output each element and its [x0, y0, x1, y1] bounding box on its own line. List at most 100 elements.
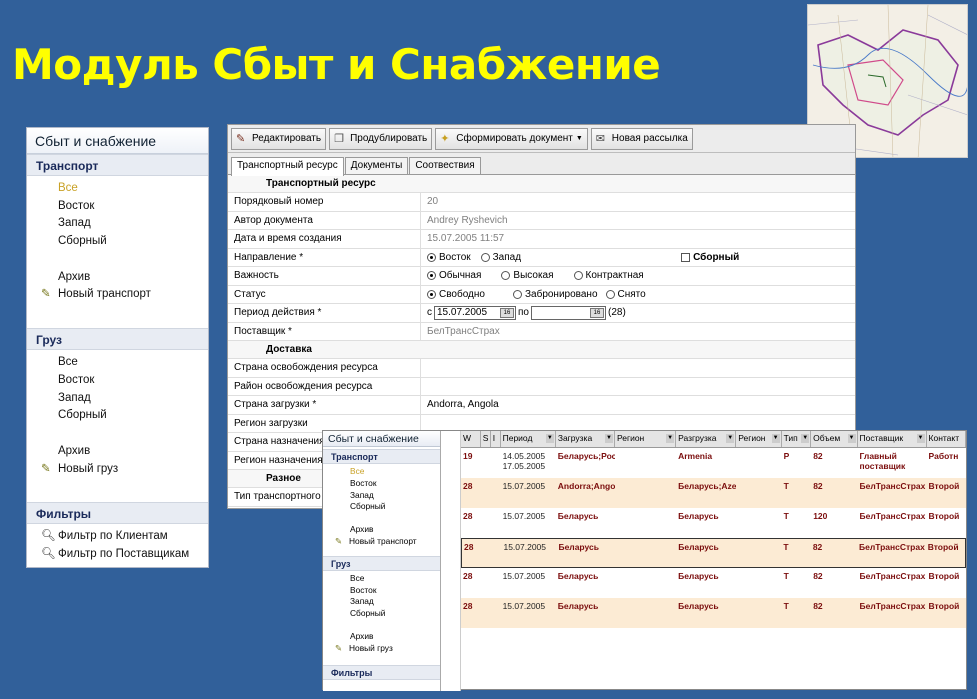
overlay-cargo-west[interactable]: Запад: [323, 596, 440, 608]
overlay-section-transport[interactable]: Транспорт: [323, 449, 440, 464]
nav-cargo-archive[interactable]: Архив: [27, 443, 208, 461]
radio-priority-high[interactable]: Высокая: [501, 270, 554, 282]
table-cell: Беларусь: [557, 601, 599, 611]
overlay-transport-east[interactable]: Восток: [323, 478, 440, 490]
nav-transport-archive[interactable]: Архив: [27, 269, 208, 287]
calendar-icon[interactable]: 16: [500, 307, 514, 318]
nav-cargo-east[interactable]: Восток: [27, 372, 208, 390]
load-country-value[interactable]: Andorra, Angola: [421, 396, 855, 414]
col-supplier[interactable]: Поставщик ▼: [858, 431, 927, 447]
radio-priority-contract[interactable]: Контрактная: [573, 270, 644, 282]
release-country-field[interactable]: [421, 359, 855, 377]
nav-new-transport[interactable]: ✎ Новый транспорт: [27, 286, 208, 304]
nav-section-cargo[interactable]: Груз: [27, 328, 208, 351]
overlay-transport-west[interactable]: Запад: [323, 490, 440, 502]
nav-transport-all[interactable]: Все: [27, 180, 208, 198]
period-from-input[interactable]: 15.07.2005 16: [434, 305, 516, 320]
col-period[interactable]: Период ▼: [501, 431, 556, 447]
col-i[interactable]: I: [491, 431, 501, 447]
calendar-icon[interactable]: 16: [589, 307, 604, 318]
radio-icon: [480, 252, 490, 262]
duplicate-button[interactable]: ❐ Продублировать: [329, 127, 433, 150]
nav-transport-combined[interactable]: Сборный: [27, 233, 208, 251]
overlay-cargo-all[interactable]: Все: [323, 573, 440, 585]
nav-cargo-west[interactable]: Запад: [27, 390, 208, 408]
overlay-section-cargo[interactable]: Груз: [323, 555, 440, 571]
table-row[interactable]: 28 15.07.2005 Беларусь Беларусь Т 120 БелТранс…: [461, 508, 966, 538]
release-region-field[interactable]: [421, 378, 855, 396]
search-icon: 🔍︎: [41, 530, 56, 543]
col-s[interactable]: S: [481, 431, 491, 447]
nav-new-cargo[interactable]: ✎ Новый груз: [27, 461, 208, 479]
radio-status-reserved[interactable]: Забронировано: [512, 289, 598, 300]
tab-transport-resource[interactable]: Транспортный ресурс: [231, 157, 344, 176]
nav-cargo-combined[interactable]: Сборный: [27, 407, 208, 425]
table-cell: [491, 478, 501, 508]
tab-documents[interactable]: Документы: [344, 157, 409, 174]
overlay-transport-combined[interactable]: Сборный: [323, 501, 440, 513]
overlay-new-transport[interactable]: ✎ Новый транспорт: [323, 536, 440, 548]
radio-status-removed[interactable]: Снято: [605, 289, 646, 300]
nav-new-transport-label: Новый транспорт: [58, 288, 151, 301]
col-loading[interactable]: Загрузка ▼: [556, 431, 615, 447]
overlay-new-cargo[interactable]: ✎ Новый груз: [323, 643, 440, 655]
nav-section-filters[interactable]: Фильтры: [27, 502, 208, 525]
row-indicator-column: [441, 431, 461, 691]
filter-suppliers[interactable]: 🔍︎ Фильтр по Поставщикам: [27, 546, 208, 564]
load-country-label: Страна загрузки *: [228, 396, 421, 414]
table-row[interactable]: 28 15.07.2005 Andorra;Angol Беларусь;Aze Т 82…: [461, 478, 966, 508]
status-options: Свободно Забронировано Снято: [421, 286, 855, 304]
priority-contract-label: Контрактная: [585, 270, 644, 282]
list-window: Сбыт и снабжение Транспорт Все Восток За…: [322, 430, 967, 691]
col-contact[interactable]: Контакт: [927, 431, 966, 447]
filter-clients[interactable]: 🔍︎ Фильтр по Клиентам: [27, 528, 208, 546]
col-region-unload[interactable]: Регион ▼: [736, 431, 782, 447]
table-cell: Р: [783, 451, 790, 461]
checkbox-combined[interactable]: Сборный: [681, 252, 739, 263]
table-cell: [615, 598, 676, 628]
radio-status-free[interactable]: Свободно: [427, 289, 485, 300]
tab-matches[interactable]: Соотвествия: [409, 157, 481, 174]
overlay-section-filters[interactable]: Фильтры: [323, 664, 440, 680]
period-to-input[interactable]: 16: [530, 305, 606, 320]
radio-direction-east[interactable]: Восток: [427, 252, 471, 263]
table-row[interactable]: 28 15.07.2005 Беларусь Беларусь Т 82 БелТрансС…: [461, 538, 966, 568]
col-volume[interactable]: Объем ▼: [811, 431, 858, 447]
nav-transport-east[interactable]: Восток: [27, 198, 208, 216]
new-mailing-button[interactable]: ✉ Новая рассылка: [590, 127, 693, 150]
table-cell: 82: [813, 601, 823, 611]
overlay-transport-all[interactable]: Все: [323, 466, 440, 478]
edit-button-label: Редактировать: [252, 133, 322, 144]
table-cell: 28: [464, 542, 474, 552]
period-to-prefix: по: [518, 307, 529, 319]
col-unloading[interactable]: Разгрузка ▼: [676, 431, 737, 447]
overlay-cargo-east[interactable]: Восток: [323, 585, 440, 597]
table-cell: 28: [463, 511, 473, 521]
table-cell: Второй: [928, 481, 960, 491]
supplier-value[interactable]: БелТрансСтрах: [421, 323, 855, 341]
release-country-label: Страна освобождения ресурса: [228, 359, 421, 377]
generate-document-button[interactable]: ✦ Сформировать документ ▼: [435, 127, 588, 150]
table-row[interactable]: 28 15.07.2005 Беларусь Беларусь Т 82 БелТрансС…: [461, 568, 966, 598]
col-w[interactable]: W: [461, 431, 481, 447]
priority-high-label: Высокая: [513, 270, 554, 282]
new-doc-icon: ✎: [41, 288, 51, 301]
overlay-cargo-archive[interactable]: Архив: [323, 631, 440, 643]
radio-priority-normal[interactable]: Обычная: [427, 270, 481, 281]
edit-button[interactable]: ✎ Редактировать: [231, 127, 327, 150]
overlay-cargo-combined[interactable]: Сборный: [323, 608, 440, 620]
radio-direction-west[interactable]: Запад: [480, 252, 521, 263]
table-cell: Беларусь: [678, 601, 719, 611]
nav-transport-west[interactable]: Запад: [27, 215, 208, 233]
overlay-transport-archive[interactable]: Архив: [323, 524, 440, 536]
col-type[interactable]: Тип ▼: [782, 431, 812, 447]
col-region-load[interactable]: Регион ▼: [615, 431, 677, 447]
table-row[interactable]: 19 14.05.2005 17.05.2005 Беларусь;Рос Armen…: [461, 448, 966, 478]
sort-arrow-icon: ▼: [545, 434, 554, 443]
table-row[interactable]: 28 15.07.2005 Беларусь Беларусь Т 82 БелТрансС…: [461, 598, 966, 628]
created-label: Дата и время создания: [228, 230, 421, 248]
table-cell: Второй: [928, 571, 960, 581]
nav-section-transport[interactable]: Транспорт: [27, 154, 208, 176]
nav-cargo-all[interactable]: Все: [27, 354, 208, 372]
